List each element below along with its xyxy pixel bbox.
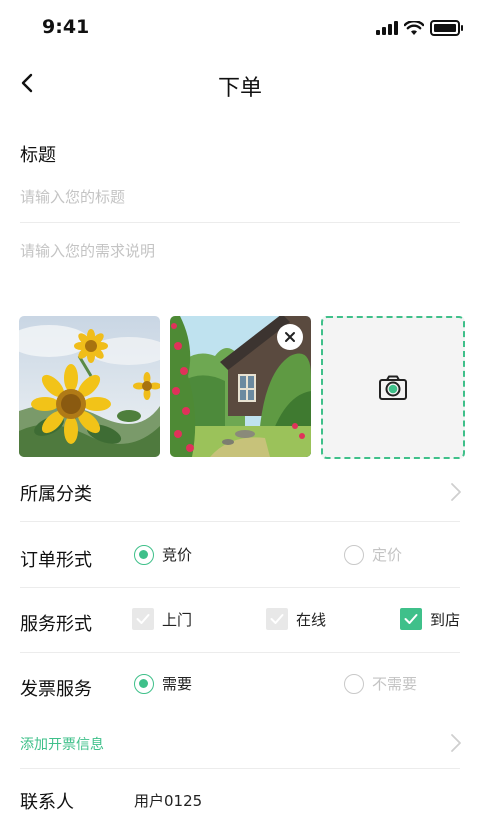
service-option-label: 在线 bbox=[296, 610, 327, 629]
service-option-instore[interactable]: 到店 bbox=[400, 608, 460, 630]
divider bbox=[20, 521, 460, 522]
chevron-right-icon bbox=[451, 483, 461, 501]
service-option-online[interactable]: 在线 bbox=[266, 608, 326, 630]
nav-bar: 下单 bbox=[0, 62, 480, 108]
radio-unselected bbox=[344, 544, 364, 565]
status-time: 9:41 bbox=[42, 16, 90, 38]
service-option-label: 上门 bbox=[162, 610, 193, 629]
chevron-right-icon bbox=[451, 734, 461, 752]
camera-icon bbox=[379, 375, 407, 400]
divider bbox=[20, 652, 460, 653]
radio-unselected bbox=[344, 673, 364, 694]
signal-icon bbox=[376, 21, 398, 35]
divider bbox=[20, 222, 460, 223]
check-icon bbox=[270, 614, 284, 624]
title-input[interactable]: 请输入您的标题 bbox=[20, 186, 460, 207]
page-title: 下单 bbox=[217, 76, 262, 101]
invoice-option-label: 需要 bbox=[162, 675, 193, 693]
category-row[interactable]: 所属分类 bbox=[0, 460, 480, 524]
order-option-bidding[interactable]: 竞价 bbox=[134, 544, 192, 565]
service-form-row: 服务形式 上门 在线 到店 bbox=[0, 590, 480, 654]
status-icons bbox=[376, 20, 463, 36]
invoice-option-no-need[interactable]: 不需要 bbox=[344, 673, 417, 694]
checkbox-unchecked bbox=[266, 608, 288, 630]
order-form-label: 订单形式 bbox=[20, 550, 92, 571]
add-invoice-info-row[interactable]: 添加开票信息 bbox=[0, 720, 480, 766]
divider bbox=[20, 587, 460, 588]
order-option-label: 定价 bbox=[372, 546, 403, 564]
check-icon bbox=[136, 614, 150, 624]
invoice-label: 发票服务 bbox=[20, 679, 92, 700]
title-label: 标题 bbox=[20, 145, 56, 166]
wifi-icon bbox=[404, 20, 424, 35]
status-bar: 9:41 bbox=[0, 0, 480, 58]
contact-value[interactable]: 用户0125 bbox=[134, 790, 202, 811]
delete-photo-button[interactable] bbox=[277, 324, 303, 350]
description-input[interactable]: 请输入您的需求说明 bbox=[20, 240, 460, 261]
battery-icon bbox=[430, 20, 463, 36]
photo-sunflower[interactable] bbox=[19, 316, 160, 457]
radio-selected bbox=[134, 544, 154, 565]
radio-selected bbox=[134, 673, 154, 694]
order-option-fixed[interactable]: 定价 bbox=[344, 544, 402, 565]
divider bbox=[20, 768, 460, 769]
invoice-row: 发票服务 需要 不需要 bbox=[0, 655, 480, 719]
order-option-label: 竞价 bbox=[162, 546, 193, 564]
contact-label: 联系人 bbox=[20, 792, 74, 813]
check-icon bbox=[404, 614, 418, 624]
checkbox-checked bbox=[400, 608, 422, 630]
service-option-onsite[interactable]: 上门 bbox=[132, 608, 192, 630]
order-form-row: 订单形式 竞价 定价 bbox=[0, 526, 480, 590]
invoice-option-label: 不需要 bbox=[372, 675, 418, 693]
close-icon bbox=[285, 332, 295, 342]
add-photo-button[interactable] bbox=[321, 316, 465, 459]
invoice-option-need[interactable]: 需要 bbox=[134, 673, 192, 694]
checkbox-unchecked bbox=[132, 608, 154, 630]
add-invoice-info-link[interactable]: 添加开票信息 bbox=[20, 734, 104, 754]
category-label: 所属分类 bbox=[20, 484, 92, 505]
photo-garden-house[interactable] bbox=[170, 316, 311, 457]
service-option-label: 到店 bbox=[430, 610, 461, 629]
service-form-label: 服务形式 bbox=[20, 614, 92, 635]
